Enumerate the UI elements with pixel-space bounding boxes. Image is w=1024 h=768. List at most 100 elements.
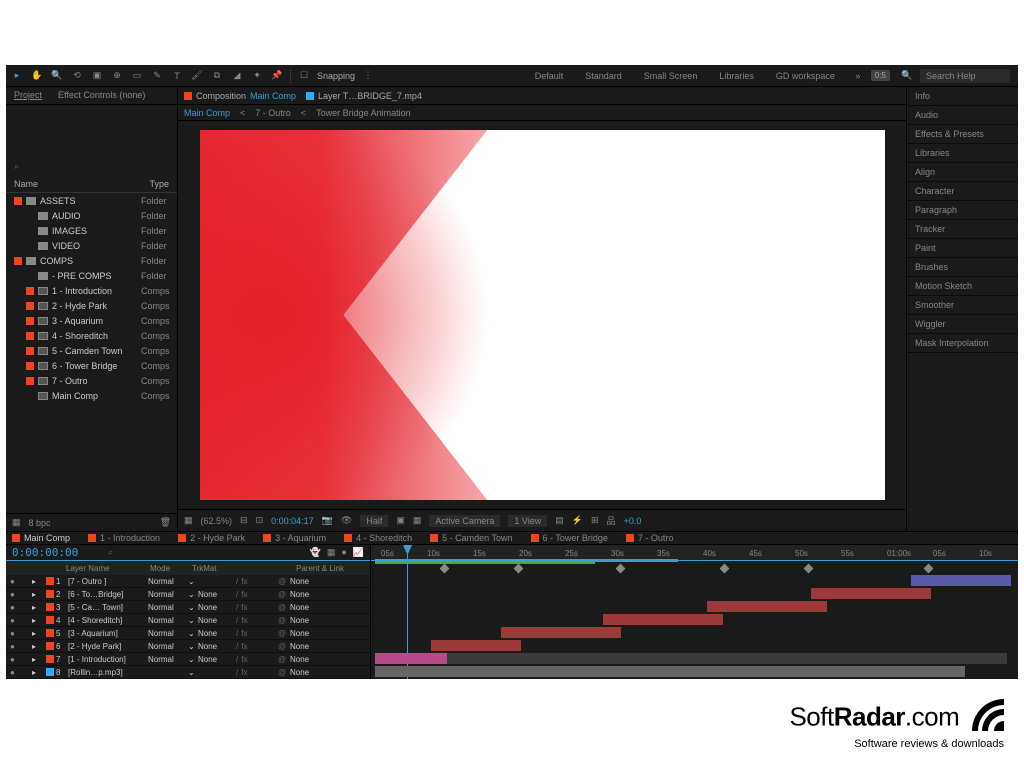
breadcrumb-item[interactable]: Tower Bridge Animation <box>316 108 411 118</box>
roi-icon[interactable]: ▣ <box>396 515 405 526</box>
panel-effects-presets[interactable]: Effects & Presets <box>907 125 1018 144</box>
panel-mask-interpolation[interactable]: Mask Interpolation <box>907 334 1018 353</box>
panel-libraries[interactable]: Libraries <box>907 144 1018 163</box>
safe-zones-icon[interactable]: ⊟ <box>240 515 248 526</box>
composition-viewer[interactable] <box>178 121 906 509</box>
type-column-label[interactable]: Type <box>149 179 169 189</box>
blend-mode-dropdown[interactable]: Normal <box>148 616 186 625</box>
project-item[interactable]: COMPSFolder <box>6 253 177 268</box>
panel-audio[interactable]: Audio <box>907 106 1018 125</box>
stamp-tool-icon[interactable]: ⧉ <box>210 69 224 83</box>
panel-brushes[interactable]: Brushes <box>907 258 1018 277</box>
project-tree[interactable]: ASSETSFolderAUDIOFolderIMAGESFolderVIDEO… <box>6 193 177 513</box>
pen-tool-icon[interactable]: ✎ <box>150 69 164 83</box>
layer-row[interactable]: ●▸1[7 - Outro ]Normal⌄/fx@None <box>6 575 370 588</box>
motion-blur-icon[interactable]: ● <box>341 547 346 558</box>
track-matte-dropdown[interactable]: None <box>198 642 234 651</box>
layer-bar-camden[interactable] <box>707 601 827 612</box>
visibility-icon[interactable]: ● <box>10 629 20 638</box>
rotate-tool-icon[interactable]: ⟲ <box>70 69 84 83</box>
pixel-aspect-icon[interactable]: ▤ <box>555 515 564 526</box>
current-time-display[interactable]: 0:00:04:17 <box>271 516 314 526</box>
snapshot-icon[interactable]: 📷 <box>322 515 333 526</box>
timeline-tab[interactable]: 2 - Hyde Park <box>178 533 245 543</box>
parent-dropdown[interactable]: None <box>290 590 326 599</box>
timeline-tab[interactable]: 4 - Shoreditch <box>344 533 412 543</box>
layer-bar-intro[interactable] <box>375 653 447 664</box>
track-matte-dropdown[interactable]: None <box>198 655 234 664</box>
workspace-tab-standard[interactable]: Standard <box>575 68 632 84</box>
shy-icon[interactable]: 👻 <box>310 547 321 558</box>
shape-tool-icon[interactable]: ▭ <box>130 69 144 83</box>
keyframe-marker[interactable] <box>440 564 450 574</box>
delete-icon[interactable]: 🗑 <box>160 517 171 528</box>
selection-tool-icon[interactable]: ▸ <box>10 69 24 83</box>
timeline-tab[interactable]: 6 - Tower Bridge <box>531 533 608 543</box>
timeline-tab[interactable]: 3 - Aquarium <box>263 533 326 543</box>
views-dropdown[interactable]: 1 View <box>508 515 547 527</box>
project-item[interactable]: - PRE COMPSFolder <box>6 268 177 283</box>
project-item[interactable]: 1 - IntroductionComps <box>6 283 177 298</box>
effect-controls-tab[interactable]: Effect Controls (none) <box>50 87 153 104</box>
layer-row[interactable]: ●▸7[1 - Introduction]Normal⌄None/fx@None <box>6 653 370 666</box>
layer-row[interactable]: ●▸6[2 - Hyde Park]Normal⌄None/fx@None <box>6 640 370 653</box>
panel-info[interactable]: Info <box>907 87 1018 106</box>
parent-dropdown[interactable]: None <box>290 668 326 677</box>
layer-bar-intro-ext[interactable] <box>447 653 1007 664</box>
panel-motion-sketch[interactable]: Motion Sketch <box>907 277 1018 296</box>
breadcrumb-item[interactable]: 7 - Outro <box>255 108 291 118</box>
panel-smoother[interactable]: Smoother <box>907 296 1018 315</box>
layer-row[interactable]: ●▸3[5 - Ca… Town]Normal⌄None/fx@None <box>6 601 370 614</box>
workspace-tab-default[interactable]: Default <box>525 68 574 84</box>
panel-paint[interactable]: Paint <box>907 239 1018 258</box>
roto-tool-icon[interactable]: ✦ <box>250 69 264 83</box>
project-search-input[interactable]: ⌕ <box>6 161 177 176</box>
panel-align[interactable]: Align <box>907 163 1018 182</box>
project-item[interactable]: 2 - Hyde ParkComps <box>6 298 177 313</box>
bpc-label[interactable]: 8 bpc <box>29 518 51 528</box>
keyframe-marker[interactable] <box>924 564 934 574</box>
mask-toggle-icon[interactable]: ⊡ <box>256 515 264 526</box>
blend-mode-dropdown[interactable]: Normal <box>148 590 186 599</box>
panel-character[interactable]: Character <box>907 182 1018 201</box>
visibility-icon[interactable]: ● <box>10 577 20 586</box>
keyframe-marker[interactable] <box>616 564 626 574</box>
track-matte-dropdown[interactable]: None <box>198 590 234 599</box>
blend-mode-dropdown[interactable]: Normal <box>148 655 186 664</box>
layer-rows[interactable]: ●▸1[7 - Outro ]Normal⌄/fx@None●▸2[6 - To… <box>6 575 370 679</box>
resolution-dropdown[interactable]: Half <box>360 515 388 527</box>
timeline-tab[interactable]: Main Comp <box>12 533 70 543</box>
visibility-icon[interactable]: ● <box>10 668 20 677</box>
timeline-timecode[interactable]: 0:00:00:00 <box>12 546 78 559</box>
timeline-tab[interactable]: 5 - Camden Town <box>430 533 512 543</box>
timeline-icon[interactable]: ⊞ <box>591 515 599 526</box>
interpret-icon[interactable]: ▦ <box>12 517 21 528</box>
puppet-tool-icon[interactable]: 📌 <box>270 69 284 83</box>
parent-dropdown[interactable]: None <box>290 642 326 651</box>
parent-dropdown[interactable]: None <box>290 629 326 638</box>
blend-mode-dropdown[interactable]: Normal <box>148 629 186 638</box>
track-matte-dropdown[interactable]: None <box>198 603 234 612</box>
project-item[interactable]: ASSETSFolder <box>6 193 177 208</box>
type-tool-icon[interactable]: T <box>170 69 184 83</box>
parent-dropdown[interactable]: None <box>290 603 326 612</box>
flowchart-icon[interactable]: 品 <box>607 514 616 527</box>
blend-mode-dropdown[interactable]: Normal <box>148 642 186 651</box>
brush-tool-icon[interactable]: 🖌 <box>190 69 204 83</box>
workspace-tab-small-screen[interactable]: Small Screen <box>634 68 708 84</box>
blend-mode-dropdown[interactable]: Normal <box>148 603 186 612</box>
blend-mode-dropdown[interactable]: Normal <box>148 577 186 586</box>
fast-preview-icon[interactable]: ⚡ <box>572 515 583 526</box>
visibility-icon[interactable]: ● <box>10 616 20 625</box>
keyframe-marker[interactable] <box>720 564 730 574</box>
layer-row[interactable]: ●▸8[Rollin…p.mp3]⌄/fx@None <box>6 666 370 679</box>
eraser-tool-icon[interactable]: ◢ <box>230 69 244 83</box>
name-column-label[interactable]: Name <box>14 179 149 189</box>
camera-dropdown[interactable]: Active Camera <box>429 515 500 527</box>
layer-bar-audio[interactable] <box>375 666 965 677</box>
search-layer-icon[interactable]: ⌕ <box>108 547 113 558</box>
show-snapshot-icon[interactable]: 👁 <box>341 515 352 526</box>
frame-blend-icon[interactable]: ▦ <box>327 547 336 558</box>
graph-editor-icon[interactable]: 📈 <box>353 547 364 558</box>
project-item[interactable]: VIDEOFolder <box>6 238 177 253</box>
